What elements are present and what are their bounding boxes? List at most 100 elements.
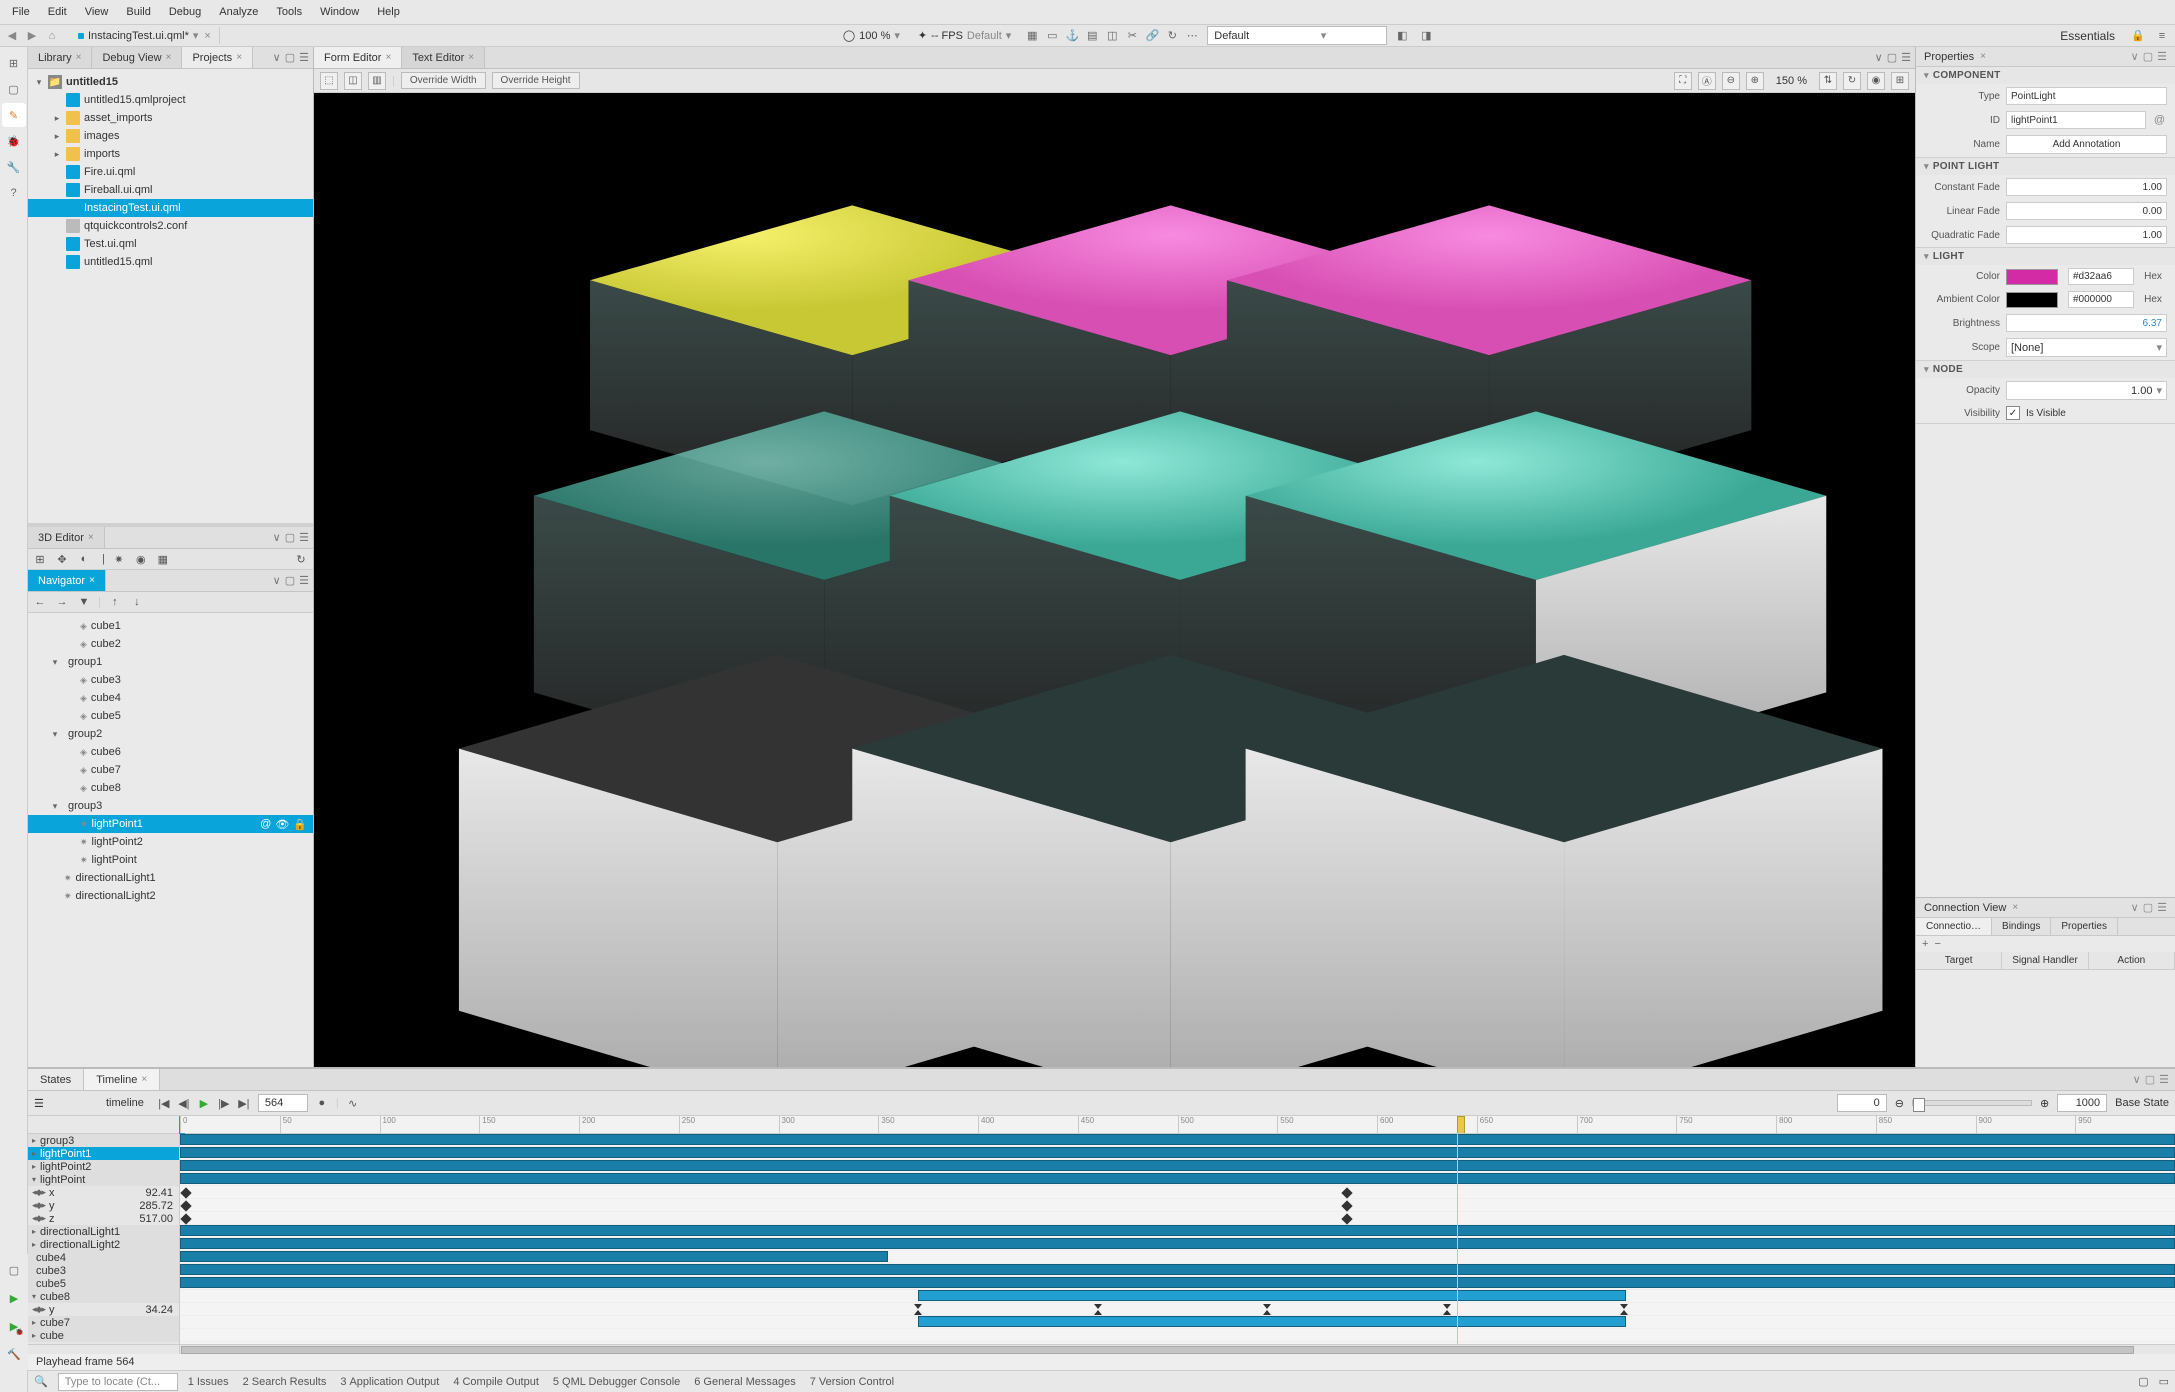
- zoom-in-tl-icon[interactable]: ⊕: [2040, 1097, 2049, 1110]
- nav-home-icon[interactable]: ⌂: [44, 28, 60, 44]
- navigator-item[interactable]: ▸✷directionalLight2: [28, 887, 313, 905]
- tab-text-editor[interactable]: Text Editor×: [402, 47, 485, 68]
- menu-window[interactable]: Window: [312, 2, 367, 22]
- lock-icon[interactable]: 🔒: [2129, 28, 2147, 44]
- status-panel-button[interactable]: 4Compile Output: [453, 1376, 539, 1388]
- timeline-track[interactable]: [180, 1212, 2175, 1225]
- timeline-row-label[interactable]: ▾cube8: [28, 1290, 179, 1303]
- debug-mode-icon[interactable]: 🐞: [2, 129, 26, 153]
- help-mode-icon[interactable]: ?: [2, 181, 26, 205]
- settings-icon[interactable]: ≡: [2153, 28, 2171, 44]
- record-icon[interactable]: ●: [314, 1095, 330, 1111]
- timeline-keyframe[interactable]: [1443, 1304, 1451, 1315]
- timeline-keyframe[interactable]: [1094, 1304, 1102, 1315]
- reset-view-icon[interactable]: ↻: [293, 551, 309, 567]
- timeline-row-label[interactable]: ◂◆▸z517.00: [28, 1212, 179, 1225]
- locate-search-icon[interactable]: 🔍: [34, 1375, 48, 1388]
- anchor-icon[interactable]: ⚓: [1063, 28, 1081, 44]
- timeline-clip[interactable]: [180, 1147, 2175, 1158]
- fps-preset[interactable]: Default: [967, 30, 1002, 42]
- brightness-field[interactable]: 6.37: [2006, 314, 2167, 332]
- timeline-row-label[interactable]: ◂◆▸y285.72: [28, 1199, 179, 1212]
- timeline-clip[interactable]: [180, 1225, 2175, 1236]
- zoom-combo-icon[interactable]: ◯: [843, 29, 855, 42]
- grid-icon[interactable]: ▤: [1083, 28, 1101, 44]
- prop-id[interactable]: lightPoint1: [2006, 111, 2146, 129]
- nav-forward-icon[interactable]: ▶: [24, 28, 40, 44]
- ambient-hex[interactable]: #000000: [2068, 291, 2134, 308]
- navigator-item[interactable]: ▸◈cube6: [28, 743, 313, 761]
- timeline-row-label[interactable]: ◂◆▸y34.24: [28, 1303, 179, 1316]
- menu-file[interactable]: File: [4, 2, 38, 22]
- tree-item[interactable]: ▸asset_imports: [28, 109, 313, 127]
- next-key-icon[interactable]: |▶: [216, 1095, 232, 1111]
- conn-remove-icon[interactable]: −: [1934, 938, 1940, 950]
- menu-help[interactable]: Help: [369, 2, 408, 22]
- tab-timeline[interactable]: Timeline×: [84, 1069, 160, 1090]
- play-icon[interactable]: ▶: [196, 1095, 212, 1111]
- playhead-handle[interactable]: [1457, 1116, 1465, 1133]
- timeline-clip[interactable]: [180, 1264, 2175, 1275]
- column-left-icon[interactable]: ◧: [1393, 28, 1411, 44]
- timeline-clip[interactable]: [180, 1134, 2175, 1145]
- timeline-clip[interactable]: [180, 1160, 2175, 1171]
- target-selector-icon[interactable]: ▢: [2, 1258, 26, 1282]
- menu-debug[interactable]: Debug: [161, 2, 209, 22]
- color-swatch[interactable]: [2006, 269, 2058, 285]
- tab-states[interactable]: States: [28, 1069, 84, 1090]
- navigator-item[interactable]: ▾group3: [28, 797, 313, 815]
- timeline-clip[interactable]: [180, 1173, 2175, 1184]
- nav-fwd-icon[interactable]: →: [54, 594, 70, 610]
- constant-fade-field[interactable]: 1.00: [2006, 178, 2167, 196]
- zoom-value[interactable]: 100 %: [859, 30, 890, 42]
- tree-item[interactable]: ▸Fireball.ui.qml: [28, 181, 313, 199]
- menu-build[interactable]: Build: [118, 2, 158, 22]
- nav-back-icon[interactable]: ◀: [4, 28, 20, 44]
- timeline-row-label[interactable]: ▸lightPoint2: [28, 1160, 179, 1173]
- tree-item[interactable]: ▸untitled15.qmlproject: [28, 91, 313, 109]
- status-panel-button[interactable]: 5QML Debugger Console: [553, 1376, 680, 1388]
- tree-item[interactable]: ▸imports: [28, 145, 313, 163]
- ambient-swatch[interactable]: [2006, 292, 2058, 308]
- zoom-out-tl-icon[interactable]: ⊖: [1895, 1097, 1904, 1110]
- language-icon[interactable]: Ⓐ: [1698, 72, 1716, 90]
- build-icon[interactable]: 🔨: [2, 1342, 26, 1366]
- file-tab[interactable]: InstacingTest.ui.qml* ▾ ×: [72, 27, 220, 44]
- tab-debug-view[interactable]: Debug View×: [92, 47, 182, 68]
- menu-analyze[interactable]: Analyze: [211, 2, 266, 22]
- prev-key-icon[interactable]: ◀|: [176, 1095, 192, 1111]
- timeline-clip[interactable]: [918, 1290, 1626, 1301]
- add-annotation-button[interactable]: Add Annotation: [2006, 135, 2167, 154]
- timeline-row-label[interactable]: ▸directionalLight2: [28, 1238, 179, 1251]
- fit-icon[interactable]: ⛶: [1674, 72, 1692, 90]
- timeline-row-label[interactable]: ▸cube7: [28, 1316, 179, 1329]
- nav-up-icon[interactable]: ↑: [107, 594, 123, 610]
- timeline-track-labels[interactable]: ▸group3▸lightPoint1▸lightPoint2▾lightPoi…: [28, 1134, 180, 1344]
- timeline-clip[interactable]: [180, 1238, 2175, 1249]
- timeline-row-label[interactable]: cube5: [28, 1277, 179, 1290]
- navigator-item[interactable]: ▸◈cube4: [28, 689, 313, 707]
- timeline-track[interactable]: [180, 1303, 2175, 1316]
- goto-icon[interactable]: @: [2152, 114, 2167, 126]
- tab-form-editor[interactable]: Form Editor×: [314, 47, 402, 68]
- status-panel-button[interactable]: 3Application Output: [340, 1376, 439, 1388]
- edit-mode-icon[interactable]: ▢: [2, 77, 26, 101]
- to-end-icon[interactable]: ▶|: [236, 1095, 252, 1111]
- close-icon[interactable]: ×: [202, 30, 212, 42]
- to-start-icon[interactable]: |◀: [156, 1095, 172, 1111]
- section-component[interactable]: COMPONENT: [1916, 67, 2175, 84]
- tab-projects[interactable]: Projects×: [182, 47, 253, 68]
- crop-icon[interactable]: ◫: [1103, 28, 1121, 44]
- opacity-field[interactable]: 1.00▾: [2006, 381, 2167, 400]
- zoom-in-icon[interactable]: ⊕: [1746, 72, 1764, 90]
- tree-item[interactable]: ▸Fire.ui.qml: [28, 163, 313, 181]
- navigator-item[interactable]: ▸✷directionalLight1: [28, 869, 313, 887]
- timeline-keyframe[interactable]: [914, 1304, 922, 1315]
- tree-item[interactable]: ▸InstacingTest.ui.qml: [28, 199, 313, 217]
- refresh-viewport-icon[interactable]: ↻: [1843, 72, 1861, 90]
- bounds-icon[interactable]: ⬚: [320, 72, 338, 90]
- timeline-row-label[interactable]: ◂◆▸x92.41: [28, 1186, 179, 1199]
- column-right-icon[interactable]: ◨: [1417, 28, 1435, 44]
- override-width[interactable]: Override Width: [401, 72, 486, 89]
- tree-item[interactable]: ▸Test.ui.qml: [28, 235, 313, 253]
